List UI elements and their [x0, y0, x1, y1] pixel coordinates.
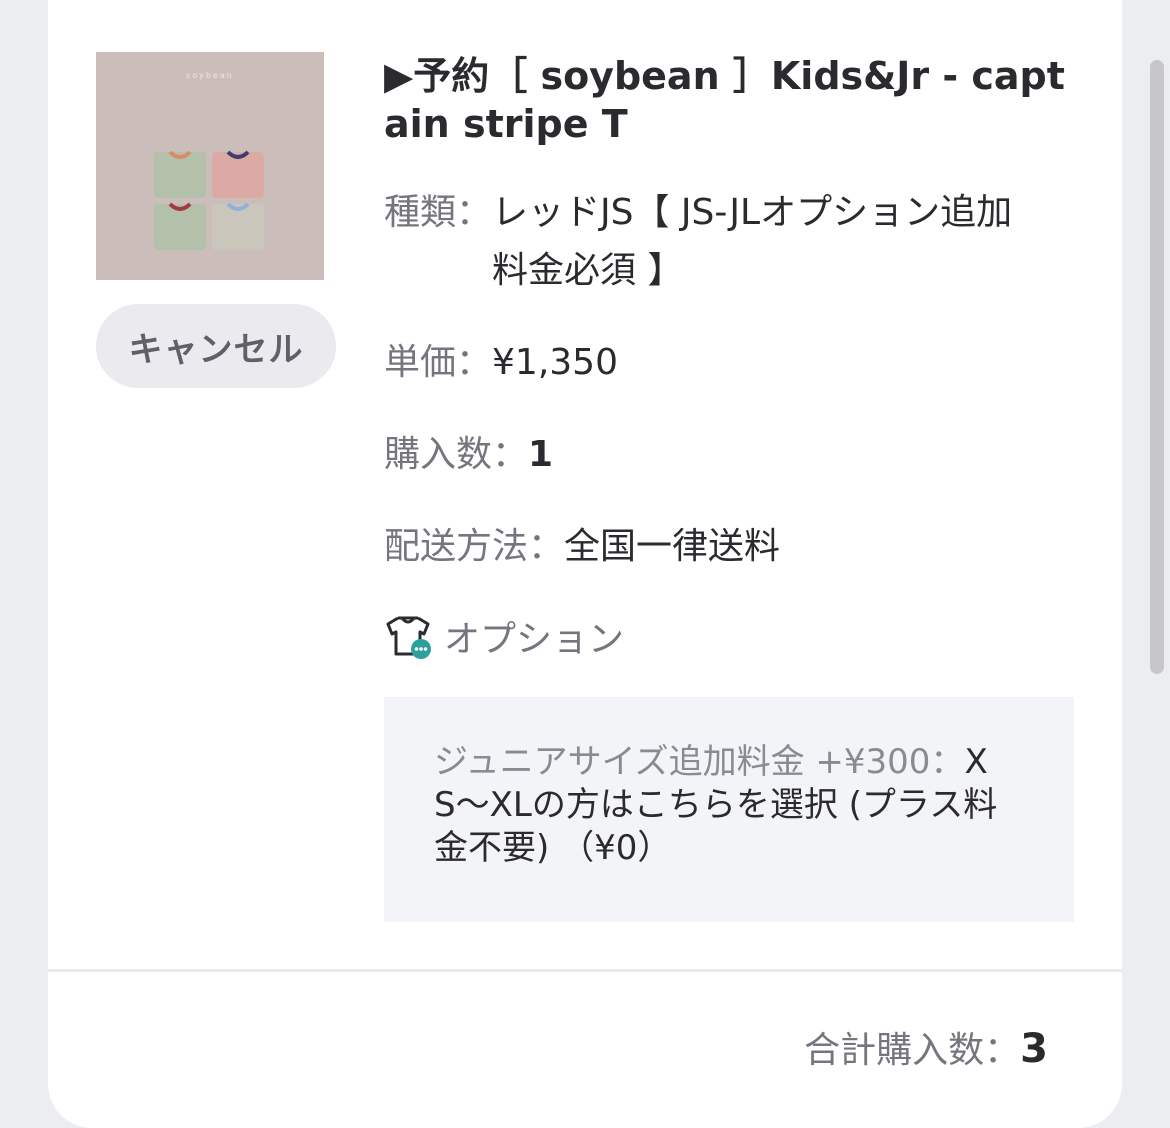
shipping-row: 配送方法： 全国一律送料: [384, 518, 780, 576]
type-label: 種類：: [384, 192, 493, 233]
cancel-button[interactable]: キャンセル: [96, 304, 336, 388]
option-heading: オプション: [384, 610, 624, 662]
option-name: ジュニアサイズ追加料金 +¥300：: [434, 742, 965, 782]
image-brand-text: soybean: [186, 71, 234, 80]
quantity-label: 購入数：: [384, 434, 529, 475]
price-label: 単価：: [384, 342, 493, 383]
option-detail-box: ジュニアサイズ追加料金 +¥300：XS〜XLの方はこちらを選択 (プラス料金不…: [384, 697, 1074, 922]
divider: [48, 969, 1122, 972]
shipping-value: 全国一律送料: [564, 526, 781, 567]
option-heading-label: オプション: [444, 619, 625, 660]
total-quantity-label: 合計購入数：: [804, 1030, 1021, 1071]
quantity-row: 購入数： 1: [384, 426, 553, 484]
type-value: レッドJS【 JS-JLオプション追加料金必須 】: [492, 192, 1013, 291]
product-image[interactable]: soybean: [96, 52, 324, 280]
product-photo: soybean: [96, 52, 324, 280]
tshirt-options-icon: [384, 612, 432, 660]
shipping-label: 配送方法：: [384, 526, 565, 567]
price-value: ¥1,350: [492, 342, 618, 383]
type-row: 種類： レッドJS【 JS-JLオプション追加料金必須 】: [384, 184, 1084, 300]
price-row: 単価： ¥1,350: [384, 334, 618, 392]
total-quantity: 合計購入数： 3: [804, 1022, 1048, 1078]
quantity-value: 1: [528, 434, 554, 475]
total-quantity-value: 3: [1020, 1026, 1048, 1072]
order-item-card: soybean キャンセル ▶予約［ soybean ］Kids&Jr - ca…: [48, 0, 1122, 1128]
product-title[interactable]: ▶予約［ soybean ］Kids&Jr - captain stripe T: [384, 52, 1084, 148]
scrollbar[interactable]: [1150, 60, 1164, 674]
